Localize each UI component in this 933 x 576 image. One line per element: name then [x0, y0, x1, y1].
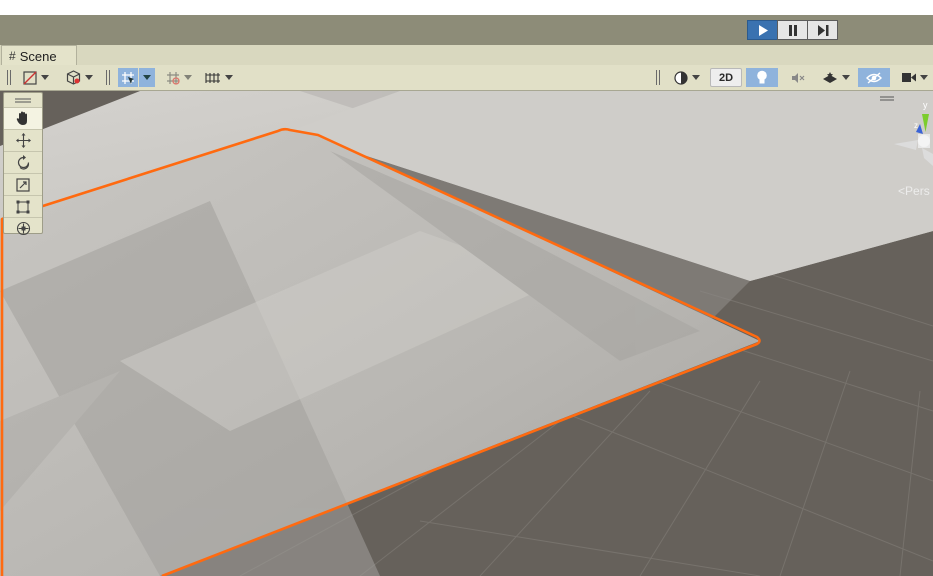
- drag-handle-icon: [15, 98, 31, 102]
- hand-icon: [16, 111, 27, 125]
- shading-dropdown[interactable]: [668, 68, 706, 87]
- 2d-toggle-button[interactable]: 2D: [710, 68, 742, 87]
- scale-tool-button[interactable]: [4, 173, 42, 195]
- hand-tool-button[interactable]: [4, 107, 42, 129]
- effects-icon: [823, 71, 837, 83]
- grid-icon: [205, 72, 220, 83]
- lighting-toggle[interactable]: [746, 68, 778, 87]
- tools-drag-handle[interactable]: [4, 93, 42, 107]
- scene-view[interactable]: [0, 91, 933, 576]
- camera-icon: [901, 73, 916, 82]
- step-button[interactable]: [807, 20, 838, 40]
- lightbulb-icon: [757, 70, 767, 84]
- play-toolbar: [0, 15, 933, 45]
- playmode-controls: [747, 20, 838, 40]
- scene-render: [0, 91, 933, 576]
- toolbar-grip-left[interactable]: [7, 70, 11, 85]
- hidden-eye-icon: [866, 71, 882, 84]
- move-icon: [15, 133, 31, 148]
- hash-icon: #: [9, 49, 16, 63]
- audio-mute-icon: [792, 72, 805, 83]
- rect-tool-button[interactable]: [4, 195, 42, 217]
- grid-snap-toggle[interactable]: [118, 68, 138, 87]
- 2d-toggle-label: 2D: [718, 71, 734, 84]
- increment-snap-icon: [166, 71, 180, 85]
- grid-visibility-dropdown[interactable]: [200, 68, 238, 87]
- rect-transform-icon: [16, 200, 30, 213]
- toolbar-grip-right[interactable]: [656, 70, 660, 85]
- rotate-tool-button[interactable]: [4, 151, 42, 173]
- audio-toggle[interactable]: [782, 68, 814, 87]
- tools-overlay: [3, 92, 43, 236]
- shading-mode-icon: [23, 70, 37, 85]
- render-mode-dropdown[interactable]: [60, 68, 98, 87]
- play-icon: [758, 24, 768, 36]
- render-mode-icon: [66, 70, 80, 85]
- tab-scene-label: Scene: [19, 48, 57, 64]
- move-tool-button[interactable]: [4, 129, 42, 151]
- transform-tool-button[interactable]: [4, 217, 42, 239]
- gizmo-z-label: z: [914, 121, 918, 130]
- play-button[interactable]: [747, 20, 778, 40]
- projection-label-text: Pers: [905, 184, 930, 198]
- tab-scene[interactable]: # Scene: [1, 45, 77, 66]
- increment-snap-dropdown[interactable]: [161, 68, 196, 87]
- rotate-icon: [17, 155, 29, 170]
- effects-dropdown[interactable]: [818, 68, 854, 87]
- transform-icon: [16, 221, 30, 236]
- chevron-down-icon: [143, 75, 151, 80]
- scale-icon: [16, 177, 30, 192]
- scene-toolbar: 2D: [0, 65, 933, 91]
- step-icon: [817, 24, 828, 36]
- projection-label[interactable]: <Pers: [898, 184, 930, 198]
- window-top-strip: [0, 0, 933, 15]
- pause-button[interactable]: [777, 20, 808, 40]
- scene-visibility-toggle[interactable]: [858, 68, 890, 87]
- draw-mode-dropdown[interactable]: [18, 68, 54, 87]
- pause-icon: [788, 24, 797, 36]
- gizmo-y-label: y: [923, 100, 928, 110]
- grid-snap-icon: [122, 71, 134, 84]
- camera-dropdown[interactable]: [896, 68, 933, 87]
- tab-bar: # Scene: [0, 45, 933, 66]
- shading-circle-icon: [674, 70, 688, 85]
- toolbar-grip-mid[interactable]: [106, 70, 110, 85]
- grid-snap-dropdown[interactable]: [139, 68, 155, 87]
- gizmo-icon: y z: [880, 96, 933, 166]
